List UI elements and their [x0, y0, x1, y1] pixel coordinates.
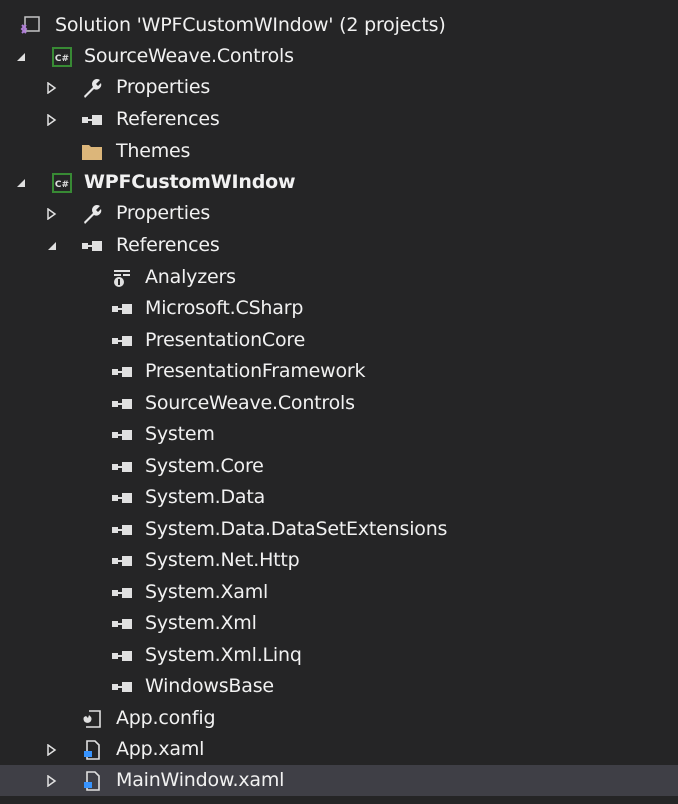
svg-text:C#: C#: [55, 180, 69, 190]
tree-row-reference[interactable]: SourceWeave.Controls: [0, 388, 678, 419]
collapse-arrow-icon[interactable]: [14, 167, 28, 198]
tree-item-label: App.config: [116, 707, 216, 729]
tree-row-reference[interactable]: PresentationFramework: [0, 356, 678, 387]
tree-item-label: Properties: [116, 76, 211, 98]
tree-row-reference[interactable]: System: [0, 419, 678, 450]
tree-item-label: System.Data.DataSetExtensions: [145, 518, 448, 540]
tree-item-label: System.Xaml: [145, 581, 269, 603]
tree-row-analyzers[interactable]: Analyzers: [0, 262, 678, 293]
reference-icon: [110, 518, 134, 542]
tree-row-reference[interactable]: WindowsBase: [0, 671, 678, 702]
tree-item-label: App.xaml: [116, 738, 205, 760]
xaml-file-icon: [80, 769, 104, 793]
tree-row-reference[interactable]: System.Xml: [0, 608, 678, 639]
tree-item-label: Properties: [116, 202, 211, 224]
expand-arrow-icon[interactable]: [45, 72, 59, 103]
expand-arrow-icon[interactable]: [45, 734, 59, 765]
wrench-icon: [80, 202, 104, 226]
tree-item-label: SourceWeave.Controls: [84, 45, 294, 67]
reference-icon: [80, 234, 104, 258]
expand-arrow-icon[interactable]: [45, 104, 59, 135]
tree-item-label: PresentationCore: [145, 329, 306, 351]
tree-item-label: References: [116, 108, 220, 130]
tree-item-label: System.Xml: [145, 612, 257, 634]
tree-row-reference[interactable]: PresentationCore: [0, 325, 678, 356]
wrench-icon: [80, 76, 104, 100]
tree-row-project[interactable]: C# WPFCustomWIndow: [0, 167, 678, 198]
tree-item-label: References: [116, 234, 220, 256]
collapse-arrow-icon[interactable]: [14, 41, 28, 72]
reference-icon: [110, 455, 134, 479]
reference-icon: [110, 360, 134, 384]
tree-row-reference[interactable]: System.Data: [0, 482, 678, 513]
tree-row-reference[interactable]: Microsoft.CSharp: [0, 293, 678, 324]
reference-icon: [110, 549, 134, 573]
reference-icon: [80, 108, 104, 132]
tree-row-reference[interactable]: System.Xaml: [0, 577, 678, 608]
folder-icon: [80, 140, 104, 164]
tree-item-label: Solution 'WPFCustomWIndow' (2 projects): [55, 14, 446, 36]
tree-item-label: System.Core: [145, 455, 264, 477]
expand-arrow-icon[interactable]: [45, 198, 59, 229]
tree-item-label: System.Data: [145, 486, 266, 508]
reference-icon: [110, 675, 134, 699]
tree-item-label: Themes: [116, 140, 191, 162]
tree-row-reference[interactable]: System.Net.Http: [0, 545, 678, 576]
tree-row-reference[interactable]: System.Core: [0, 451, 678, 482]
tree-row-mainwindow-xaml[interactable]: MainWindow.xaml: [0, 765, 678, 796]
config-file-icon: [80, 707, 104, 731]
csharp-project-icon: C#: [50, 45, 74, 69]
tree-item-label: System.Net.Http: [145, 549, 300, 571]
reference-icon: [110, 297, 134, 321]
tree-row-app-config[interactable]: App.config: [0, 703, 678, 734]
tree-item-label: WindowsBase: [145, 675, 274, 697]
tree-row-themes[interactable]: Themes: [0, 136, 678, 167]
tree-item-label: SourceWeave.Controls: [145, 392, 355, 414]
tree-row-solution[interactable]: Solution 'WPFCustomWIndow' (2 projects): [0, 10, 678, 41]
tree-item-label: Microsoft.CSharp: [145, 297, 304, 319]
tree-row-project[interactable]: C# SourceWeave.Controls: [0, 41, 678, 72]
reference-icon: [110, 329, 134, 353]
svg-text:C#: C#: [55, 54, 69, 64]
tree-item-label: PresentationFramework: [145, 360, 366, 382]
solution-icon: [18, 14, 42, 38]
tree-row-app-xaml[interactable]: App.xaml: [0, 734, 678, 765]
reference-icon: [110, 486, 134, 510]
csharp-project-icon: C#: [50, 171, 74, 195]
tree-item-label: System.Xml.Linq: [145, 644, 302, 666]
reference-icon: [110, 644, 134, 668]
tree-row-references[interactable]: References: [0, 230, 678, 261]
collapse-arrow-icon[interactable]: [45, 230, 59, 261]
tree-row-reference[interactable]: System.Data.DataSetExtensions: [0, 514, 678, 545]
expand-arrow-icon[interactable]: [45, 765, 59, 796]
reference-icon: [110, 423, 134, 447]
tree-row-references[interactable]: References: [0, 104, 678, 135]
xaml-file-icon: [80, 738, 104, 762]
tree-item-label: System: [145, 423, 215, 445]
tree-item-label: WPFCustomWIndow: [84, 171, 296, 193]
reference-icon: [110, 392, 134, 416]
reference-icon: [110, 612, 134, 636]
tree-row-reference[interactable]: System.Xml.Linq: [0, 640, 678, 671]
tree-item-label: Analyzers: [145, 266, 236, 288]
tree-row-properties[interactable]: Properties: [0, 72, 678, 103]
analyzer-icon: [110, 266, 134, 290]
reference-icon: [110, 581, 134, 605]
tree-item-label: MainWindow.xaml: [116, 769, 285, 791]
tree-row-properties[interactable]: Properties: [0, 198, 678, 229]
